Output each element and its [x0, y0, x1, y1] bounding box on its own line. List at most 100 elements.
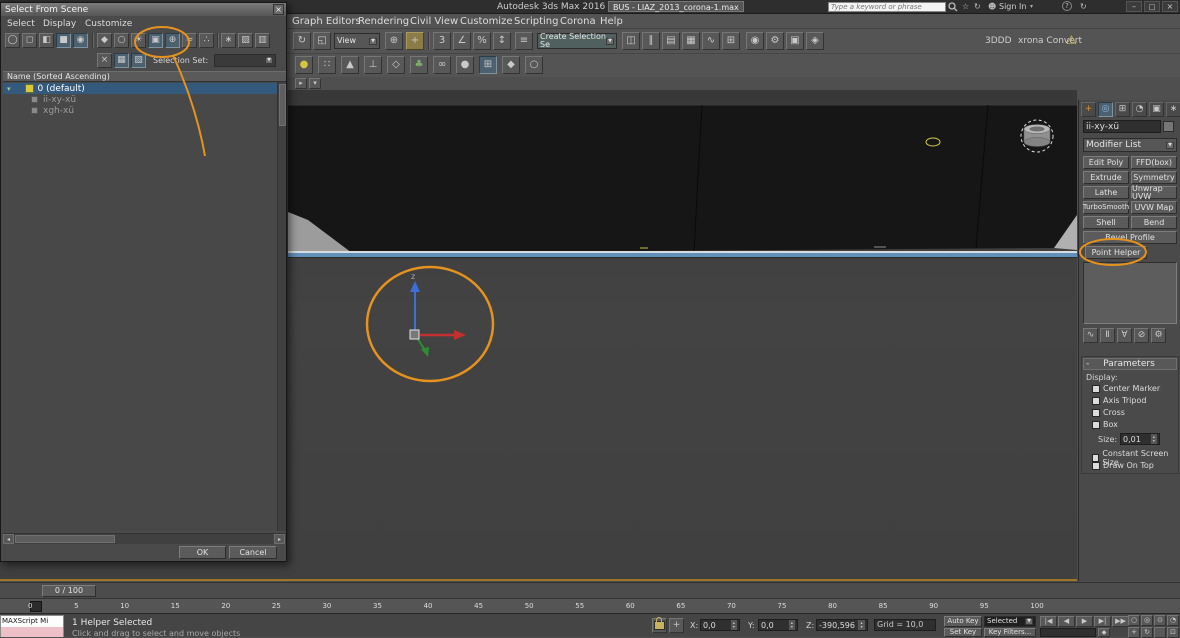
- dialog-menu-customize[interactable]: Customize: [85, 19, 132, 29]
- current-frame-field[interactable]: [1040, 628, 1096, 637]
- modifier-button-symmetry[interactable]: Symmetry: [1131, 171, 1177, 184]
- display-hidden-icon[interactable]: ▨: [238, 33, 253, 48]
- spinner-down-icon[interactable]: ▾: [1153, 439, 1155, 443]
- set-key-button[interactable]: Set Key: [944, 628, 982, 637]
- yellow-sphere-icon[interactable]: ●: [295, 56, 313, 74]
- parameters-rollout-header[interactable]: - Parameters: [1083, 358, 1177, 370]
- cone-icon[interactable]: ▲: [341, 56, 359, 74]
- zoom-icon[interactable]: ○: [1128, 615, 1140, 626]
- center-marker-checkbox[interactable]: [1092, 385, 1100, 393]
- teapot-icon[interactable]: ◆: [502, 56, 520, 74]
- checkbox-row[interactable]: Center Marker: [1092, 384, 1160, 393]
- checkbox-row[interactable]: Cross: [1092, 408, 1125, 417]
- mini-play-icon[interactable]: ▸: [295, 78, 307, 89]
- key-mode-toggle-icon[interactable]: ◆: [1098, 628, 1110, 637]
- snap-toggle-3d-icon[interactable]: 3: [433, 32, 451, 50]
- use-center-icon[interactable]: ⊕: [385, 32, 403, 50]
- display-all-icon[interactable]: ◯: [5, 33, 20, 48]
- sign-in-label[interactable]: Sign In: [999, 2, 1026, 11]
- scroll-left-icon[interactable]: ◂: [3, 534, 14, 544]
- tree-row-child[interactable]: xgh-xü: [3, 105, 277, 116]
- menu-corona[interactable]: Corona: [560, 16, 596, 27]
- object-name-input[interactable]: [1086, 122, 1158, 132]
- ruler-tick[interactable]: 55: [575, 602, 584, 610]
- link-rings-icon[interactable]: ∞: [433, 56, 451, 74]
- tab-motion[interactable]: ◔: [1132, 102, 1147, 117]
- gray-sphere-icon[interactable]: ●: [456, 56, 474, 74]
- spinner-down-icon[interactable]: ▾: [791, 625, 793, 629]
- display-lights-icon[interactable]: ☀: [131, 33, 146, 48]
- reference-coordinate-combo[interactable]: View ▼: [334, 33, 380, 49]
- ruler-tick[interactable]: 5: [74, 602, 78, 610]
- maxscript-label[interactable]: MAXScript Mi: [1, 616, 63, 627]
- sync-settings-icon[interactable]: ↻: [1080, 2, 1087, 11]
- display-children-icon[interactable]: ■: [56, 33, 71, 48]
- key-selection-combo[interactable]: Selected ▼: [984, 616, 1036, 627]
- axis-tripod-checkbox[interactable]: [1092, 397, 1100, 405]
- make-unique-icon[interactable]: ∀: [1117, 328, 1132, 343]
- modifier-list-combo[interactable]: Modifier List ▼: [1083, 138, 1177, 152]
- menu-civil-view[interactable]: Civil View: [410, 16, 458, 27]
- ruler-tick[interactable]: 50: [525, 602, 534, 610]
- ruler-tick[interactable]: 15: [171, 602, 180, 610]
- maxscript-mini-listener[interactable]: MAXScript Mi: [0, 615, 64, 637]
- display-bones-icon[interactable]: ∴: [199, 33, 214, 48]
- spinner-down-icon[interactable]: ▾: [861, 625, 863, 629]
- modifier-button-lathe[interactable]: Lathe: [1083, 186, 1129, 199]
- key-filters-button[interactable]: Key Filters...: [984, 628, 1036, 637]
- dialog-menu-display[interactable]: Display: [43, 19, 76, 29]
- dialog-menu-select[interactable]: Select: [7, 19, 35, 29]
- rotate-tool-icon[interactable]: ↻: [293, 32, 311, 50]
- maximize-button[interactable]: □: [1144, 1, 1160, 12]
- ruler-tick[interactable]: 20: [221, 602, 230, 610]
- ruler-tick[interactable]: 25: [272, 602, 281, 610]
- z-coordinate-field[interactable]: ▴▾: [816, 619, 868, 631]
- sync-icon[interactable]: ↻: [974, 2, 981, 11]
- zoom-extents-icon[interactable]: ⊙: [1154, 615, 1166, 626]
- x-coordinate-input[interactable]: [703, 621, 730, 630]
- y-coordinate-input[interactable]: [761, 621, 788, 630]
- checkbox-row[interactable]: Axis Tripod: [1092, 396, 1146, 405]
- ruler-tick[interactable]: 30: [322, 602, 331, 610]
- spinner-down-icon[interactable]: ▾: [733, 625, 735, 629]
- person-icon[interactable]: ☻: [988, 2, 996, 11]
- object-name-field[interactable]: [1083, 120, 1161, 133]
- maxscript-macro-row[interactable]: [1, 627, 63, 637]
- angle-snap-icon[interactable]: ∠: [453, 32, 471, 50]
- modifier-button-turbosmooth[interactable]: TurboSmooth: [1083, 201, 1129, 214]
- schematic-view-icon[interactable]: ⊞: [722, 32, 740, 50]
- x-spinner[interactable]: ▴▾: [730, 620, 737, 630]
- x-coordinate-field[interactable]: ▴▾: [700, 619, 740, 631]
- modifier-button-shell[interactable]: Shell: [1083, 216, 1129, 229]
- track-bar[interactable]: 0 5 10 15 20 25 30 35 40 45 50 55 60 65 …: [0, 598, 1180, 613]
- display-none-icon[interactable]: ◻: [22, 33, 37, 48]
- ruler-tick[interactable]: 10: [120, 602, 129, 610]
- orbit-icon[interactable]: ↻: [1141, 627, 1153, 638]
- scale-tool-icon[interactable]: ◱: [313, 32, 331, 50]
- ruler-tick[interactable]: 40: [424, 602, 433, 610]
- chevron-down-icon[interactable]: ▼: [1025, 618, 1033, 625]
- display-spacewarps-icon[interactable]: ≈: [182, 33, 197, 48]
- size-input[interactable]: [1123, 435, 1150, 444]
- ruler-tick[interactable]: 75: [778, 602, 787, 610]
- horizontal-scrollbar[interactable]: ◂ ▸: [3, 533, 286, 544]
- show-end-result-icon[interactable]: Ⅱ: [1100, 328, 1115, 343]
- curve-editor-icon[interactable]: ∿: [702, 32, 720, 50]
- plugin-3ddd-label[interactable]: 3DDD: [985, 36, 1012, 46]
- dot-grid-icon[interactable]: ∷: [318, 56, 336, 74]
- modifier-button-bevel-profile[interactable]: Bevel Profile: [1083, 231, 1177, 244]
- display-influences-icon[interactable]: ◉: [73, 33, 88, 48]
- column-chooser-icon[interactable]: ▥: [255, 33, 270, 48]
- menu-rendering[interactable]: Rendering: [358, 16, 409, 27]
- scrollbar-thumb[interactable]: [279, 84, 286, 126]
- modifier-stack-list[interactable]: [1083, 262, 1177, 324]
- percent-snap-icon[interactable]: %: [473, 32, 491, 50]
- display-shapes-icon[interactable]: ○: [114, 33, 129, 48]
- align-icon[interactable]: ∥: [642, 32, 660, 50]
- ruler-tick[interactable]: 65: [676, 602, 685, 610]
- mirror-icon[interactable]: ◫: [622, 32, 640, 50]
- menu-help[interactable]: Help: [600, 16, 623, 27]
- ruler-tick[interactable]: 45: [474, 602, 483, 610]
- infocenter-search[interactable]: [828, 2, 946, 12]
- ruler-tick[interactable]: 0: [28, 602, 32, 610]
